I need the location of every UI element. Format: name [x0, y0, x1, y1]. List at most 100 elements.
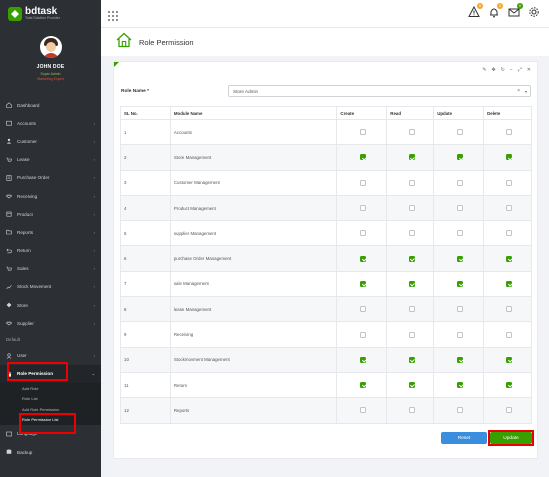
order-icon — [6, 175, 12, 181]
sidebar-item-product[interactable]: Product ‹ — [0, 205, 101, 223]
update-checkbox[interactable] — [457, 205, 464, 212]
update-checkbox[interactable] — [457, 356, 464, 363]
settings-icon[interactable] — [527, 5, 541, 19]
sidebar-item-supplier[interactable]: Supplier ‹ — [0, 314, 101, 332]
sidebar-item-label: Backup — [17, 449, 33, 455]
create-checkbox[interactable] — [360, 205, 367, 212]
read-checkbox[interactable] — [408, 331, 415, 338]
delete-checkbox[interactable] — [506, 280, 513, 287]
read-checkbox[interactable] — [408, 129, 415, 136]
minimize-icon[interactable]: − — [510, 67, 513, 73]
update-checkbox[interactable] — [457, 230, 464, 237]
create-checkbox[interactable] — [360, 179, 367, 186]
bell-icon[interactable]: 3 — [487, 3, 503, 19]
read-checkbox[interactable] — [408, 280, 415, 287]
chevron-down-icon[interactable]: ▾ — [525, 89, 527, 94]
mail-icon[interactable]: 0 — [507, 3, 523, 19]
brand-logo[interactable]: bdtask Total Solution Provider — [0, 0, 101, 28]
close-icon[interactable]: ✕ — [527, 67, 531, 73]
sidebar-item-lease[interactable]: Lease ‹ — [0, 151, 101, 169]
create-checkbox[interactable] — [360, 154, 367, 161]
expand-icon[interactable]: ⤢ — [518, 67, 522, 73]
update-checkbox[interactable] — [457, 129, 464, 136]
read-checkbox[interactable] — [408, 407, 415, 414]
sidebar-item-store[interactable]: Store ‹ — [0, 296, 101, 314]
edit-icon[interactable]: ✎ — [482, 67, 486, 73]
reset-button[interactable]: Reset — [441, 432, 487, 444]
wallet-icon — [6, 120, 12, 126]
create-checkbox[interactable] — [360, 129, 367, 136]
delete-checkbox[interactable] — [506, 382, 513, 389]
create-checkbox[interactable] — [360, 230, 367, 237]
delete-checkbox[interactable] — [506, 230, 513, 237]
create-checkbox[interactable] — [360, 407, 367, 414]
move-icon[interactable]: ✥ — [491, 67, 495, 73]
read-checkbox[interactable] — [408, 179, 415, 186]
delete-checkbox[interactable] — [506, 331, 513, 338]
create-checkbox[interactable] — [360, 331, 367, 338]
update-checkbox[interactable] — [457, 255, 464, 262]
column-header: SL No. — [120, 106, 171, 120]
avatar[interactable] — [39, 36, 62, 58]
sidebar-item-stock-movement[interactable]: Stock Movement ‹ — [0, 278, 101, 296]
subitem-add-role[interactable]: Add Role — [0, 383, 101, 394]
mail-badge: 0 — [517, 3, 523, 9]
update-checkbox[interactable] — [457, 179, 464, 186]
read-checkbox[interactable] — [408, 356, 415, 363]
delete-cell — [483, 371, 532, 399]
table-row: 8 lease Management — [120, 296, 532, 323]
update-button[interactable]: Update — [490, 432, 532, 444]
read-checkbox[interactable] — [408, 255, 415, 262]
sidebar-item-user[interactable]: User ‹ — [0, 346, 101, 364]
delete-checkbox[interactable] — [506, 205, 513, 212]
update-checkbox[interactable] — [457, 407, 464, 414]
update-checkbox[interactable] — [457, 331, 464, 338]
create-checkbox[interactable] — [360, 356, 367, 363]
sidebar-item-sales[interactable]: Sales ‹ — [0, 260, 101, 278]
sidebar-item-language[interactable]: Language — [0, 425, 101, 443]
create-checkbox[interactable] — [360, 382, 367, 389]
sidebar-item-role-permission[interactable]: Role Permission ⌄ — [0, 364, 101, 383]
sl-no-cell: 4 — [120, 194, 171, 222]
read-checkbox[interactable] — [408, 205, 415, 212]
create-checkbox[interactable] — [360, 255, 367, 262]
subitem-role-list[interactable]: Role List — [0, 393, 101, 404]
delete-checkbox[interactable] — [506, 179, 513, 186]
delete-checkbox[interactable] — [506, 356, 513, 363]
sidebar-item-purchase-order[interactable]: Purchase Order ‹ — [0, 169, 101, 187]
sidebar-item-backup[interactable]: Backup — [0, 443, 101, 461]
sl-no-cell: 12 — [120, 397, 171, 424]
delete-checkbox[interactable] — [506, 129, 513, 136]
update-checkbox[interactable] — [457, 280, 464, 287]
refresh-icon[interactable]: ↻ — [501, 67, 505, 73]
read-checkbox[interactable] — [408, 230, 415, 237]
delete-checkbox[interactable] — [506, 407, 513, 414]
chevron-left-icon: ‹ — [93, 320, 95, 326]
sidebar-item-customer[interactable]: Customer ‹ — [0, 132, 101, 150]
sidebar-item-accounts[interactable]: Accounts ‹ — [0, 114, 101, 132]
update-checkbox[interactable] — [457, 154, 464, 161]
warning-icon[interactable]: 5 — [467, 3, 483, 19]
delete-checkbox[interactable] — [506, 255, 513, 262]
page-title: Role Permission — [139, 37, 194, 47]
sidebar-item-dashboard[interactable]: Dashboard — [0, 96, 101, 114]
read-checkbox[interactable] — [408, 306, 415, 313]
create-checkbox[interactable] — [360, 306, 367, 313]
sidebar-item-return[interactable]: Return ‹ — [0, 242, 101, 260]
role-name-select[interactable]: Store Admin × ▾ — [228, 85, 531, 97]
create-checkbox[interactable] — [360, 280, 367, 287]
clear-icon[interactable]: × — [517, 88, 520, 94]
subitem-role-permission-list[interactable]: Role Permission List — [0, 414, 101, 425]
sidebar-item-receiving[interactable]: Receiving ‹ — [0, 187, 101, 205]
update-checkbox[interactable] — [457, 306, 464, 313]
handshake-icon — [6, 320, 12, 326]
sidebar-item-reports[interactable]: Reports ‹ — [0, 223, 101, 241]
read-checkbox[interactable] — [408, 382, 415, 389]
update-cell — [433, 144, 485, 171]
delete-checkbox[interactable] — [506, 306, 513, 313]
subitem-add-role-permission[interactable]: Add Role Permission — [0, 404, 101, 415]
grid-menu-icon[interactable] — [108, 8, 118, 21]
delete-checkbox[interactable] — [506, 154, 513, 161]
update-checkbox[interactable] — [457, 382, 464, 389]
read-checkbox[interactable] — [408, 154, 415, 161]
